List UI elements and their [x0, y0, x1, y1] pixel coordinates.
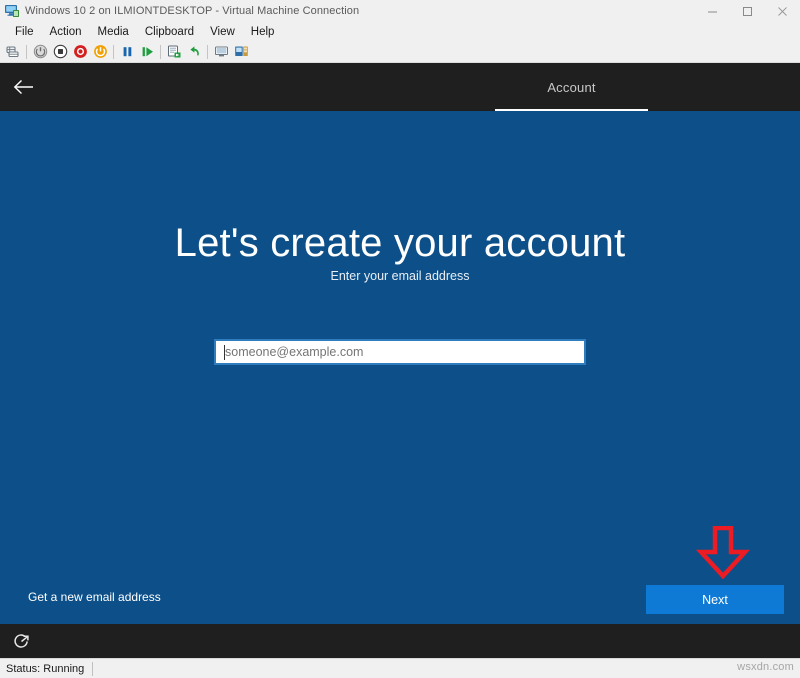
get-new-email-link[interactable]: Get a new email address: [28, 590, 161, 604]
menu-item-action[interactable]: Action: [42, 24, 90, 40]
resume-icon[interactable]: [137, 42, 157, 61]
next-button-label: Next: [702, 593, 728, 607]
page-subtitle: Enter your email address: [0, 269, 800, 283]
toolbar-separator: [113, 45, 114, 59]
ease-of-access-icon[interactable]: [2, 624, 40, 658]
power-icon[interactable]: [90, 42, 110, 61]
window-controls: [695, 0, 800, 22]
window-title: Windows 10 2 on ILMIONTDESKTOP - Virtual…: [25, 5, 359, 17]
menu-item-view[interactable]: View: [202, 24, 243, 40]
status-text: Status: Running: [0, 663, 84, 675]
shutdown-icon[interactable]: [50, 42, 70, 61]
menu-item-clipboard[interactable]: Clipboard: [137, 24, 202, 40]
toolbar-separator: [160, 45, 161, 59]
start-icon[interactable]: [30, 42, 50, 61]
menu-bar: File Action Media Clipboard View Help: [0, 22, 800, 41]
email-input-placeholder: someone@example.com: [225, 345, 363, 359]
virtual-machine-connection-window: Windows 10 2 on ILMIONTDESKTOP - Virtual…: [0, 0, 800, 678]
menu-item-media[interactable]: Media: [90, 24, 137, 40]
toolbar-separator: [26, 45, 27, 59]
status-separator: [92, 662, 93, 676]
enhanced-session-icon[interactable]: [231, 42, 251, 61]
back-arrow-icon[interactable]: [0, 63, 48, 111]
computer-monitor-icon: [4, 3, 20, 19]
basic-session-icon[interactable]: [211, 42, 231, 61]
tab-account-label: Account: [547, 80, 595, 95]
toolbar-separator: [207, 45, 208, 59]
oobe-body: Let's create your account Enter your ema…: [0, 111, 800, 624]
tab-account[interactable]: Account: [495, 63, 648, 111]
status-bar: Status: Running wsxdn.com: [0, 658, 800, 678]
close-icon[interactable]: [765, 0, 800, 22]
revert-icon[interactable]: [184, 42, 204, 61]
minimize-icon[interactable]: [695, 0, 730, 22]
next-button[interactable]: Next: [646, 585, 784, 614]
oobe-header: Account: [0, 63, 800, 111]
oobe-footer: [0, 624, 800, 658]
turn-off-icon[interactable]: [70, 42, 90, 61]
checkpoint-icon[interactable]: [164, 42, 184, 61]
page-title: Let's create your account: [0, 221, 800, 266]
ctrl-alt-delete-icon[interactable]: [3, 42, 23, 61]
red-down-arrow-annotation: [696, 526, 750, 579]
title-bar: Windows 10 2 on ILMIONTDESKTOP - Virtual…: [0, 0, 800, 22]
maximize-icon[interactable]: [730, 0, 765, 22]
menu-item-file[interactable]: File: [7, 24, 42, 40]
vm-screen[interactable]: Account Let's create your account Enter …: [0, 63, 800, 658]
toolbar: [0, 41, 800, 63]
watermark: wsxdn.com: [737, 661, 794, 673]
pause-icon[interactable]: [117, 42, 137, 61]
email-input-field[interactable]: someone@example.com: [214, 339, 586, 365]
menu-item-help[interactable]: Help: [243, 24, 283, 40]
